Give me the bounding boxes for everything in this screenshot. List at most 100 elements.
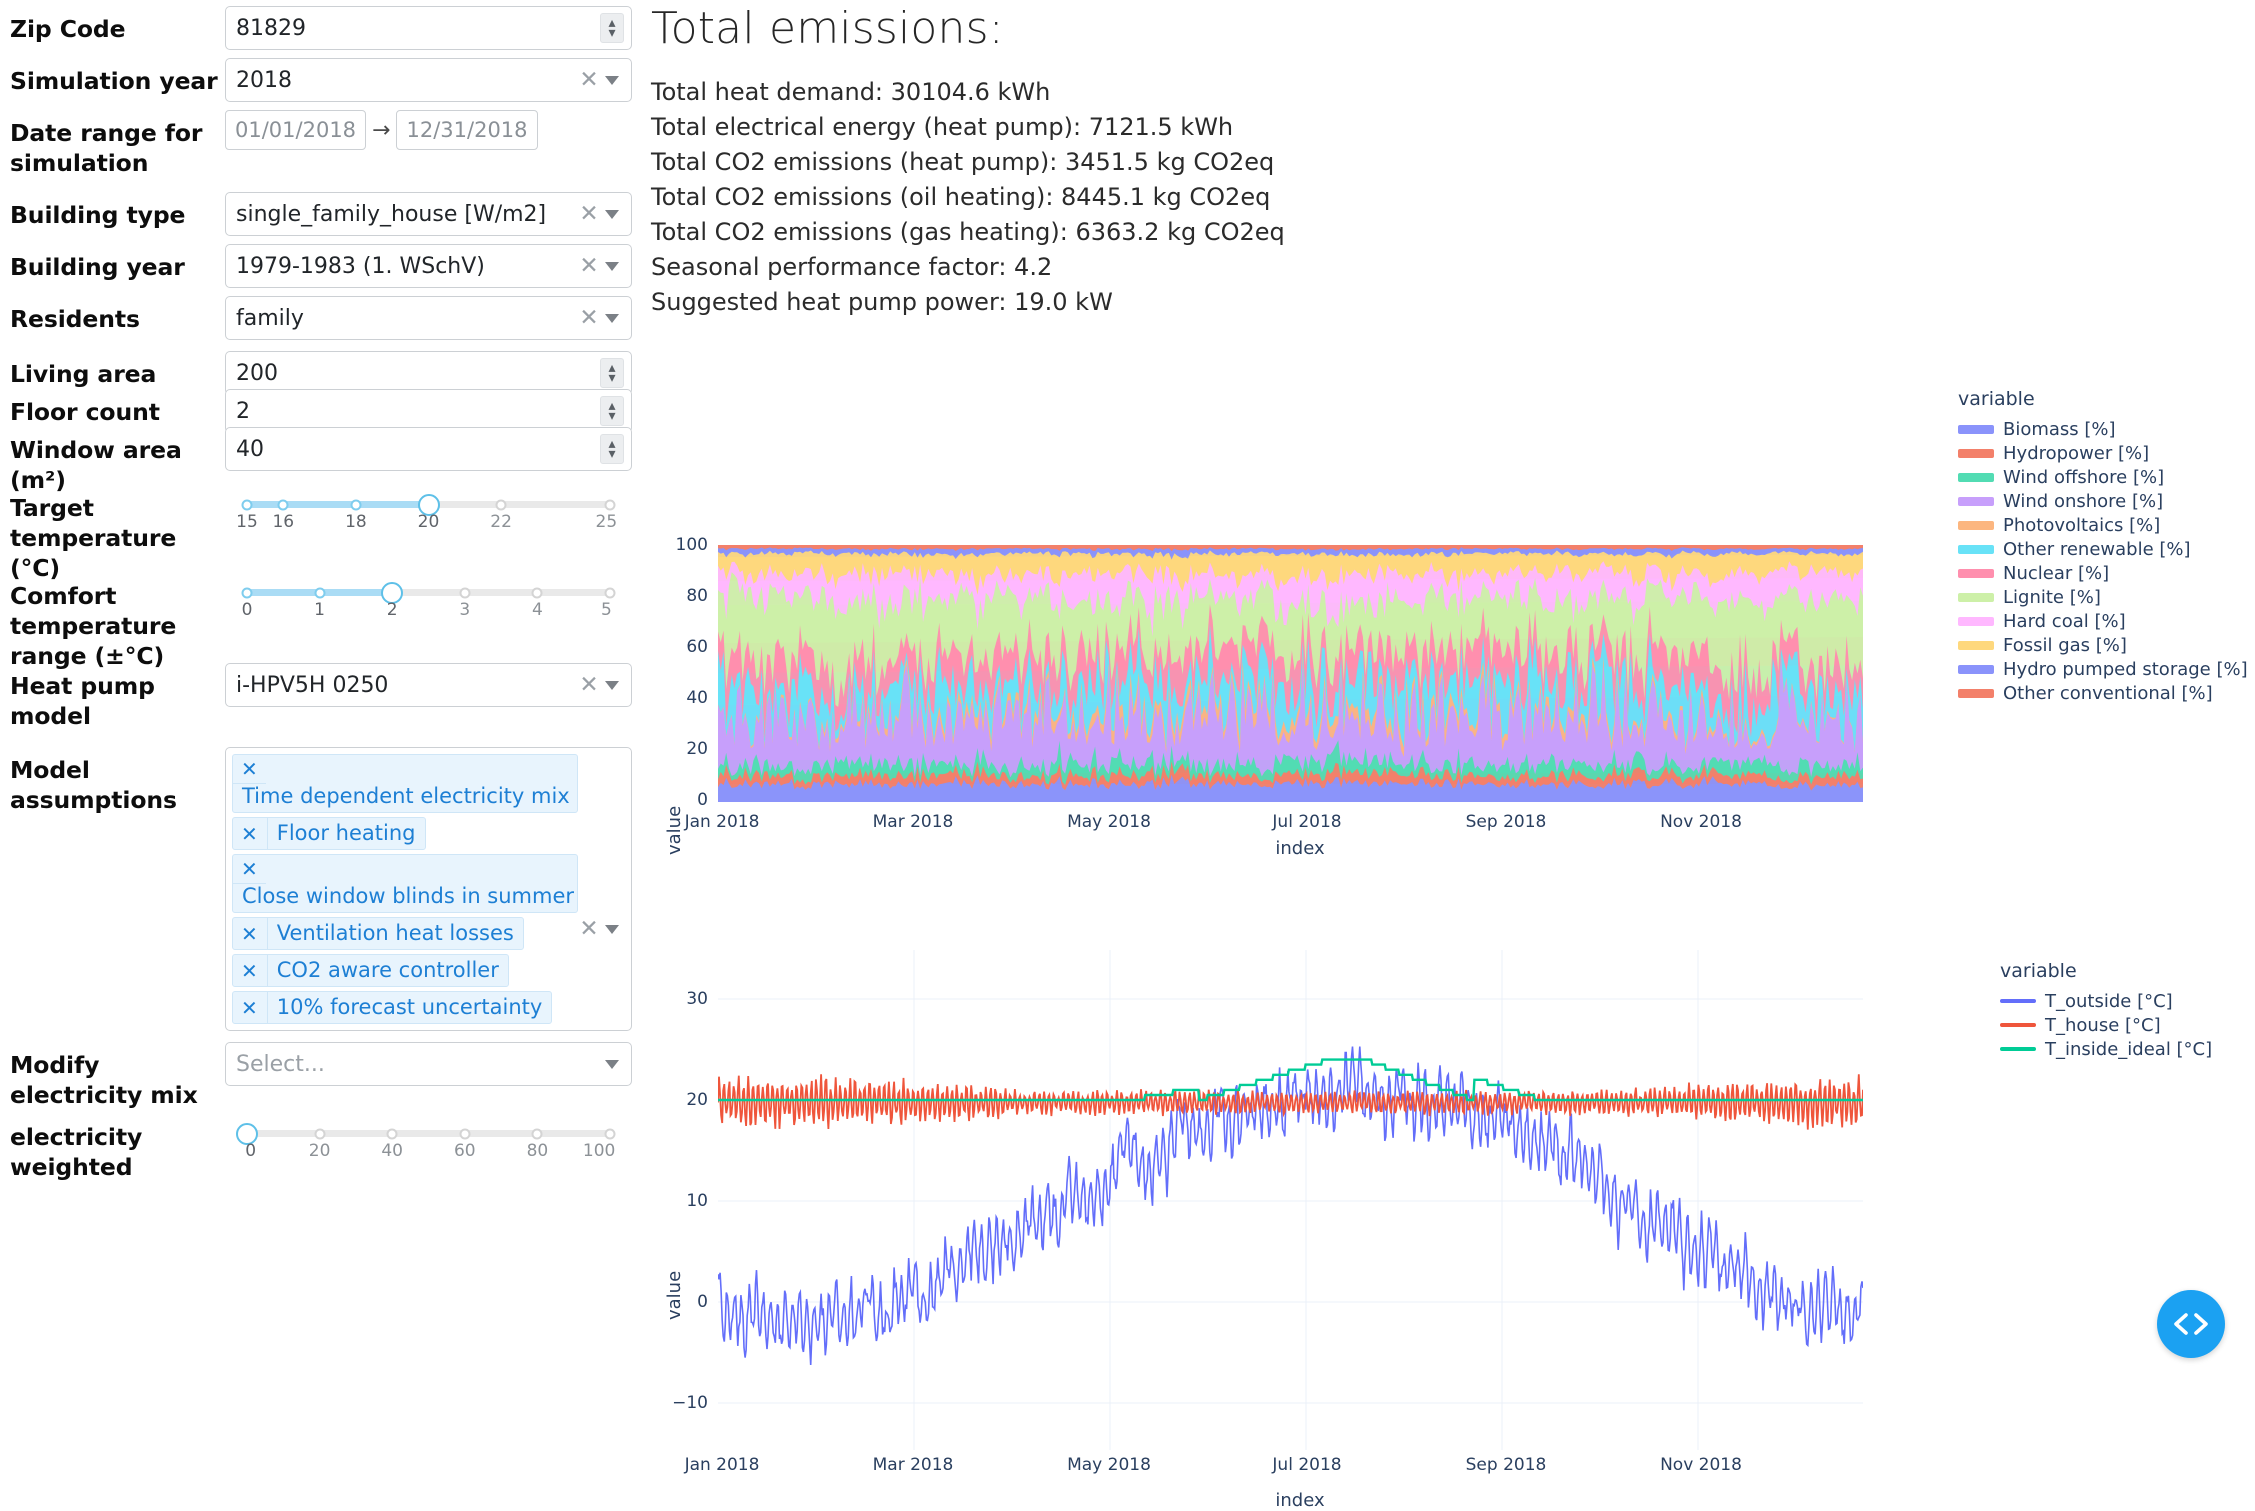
- model-assumptions-multiselect[interactable]: ✕ Time dependent electricity mix ✕ Floor…: [225, 747, 632, 1031]
- tag-item[interactable]: ✕ 10% forecast uncertainty: [232, 991, 552, 1024]
- slider-tick-dot[interactable]: [350, 499, 361, 510]
- slider-tick-dot[interactable]: [314, 587, 325, 598]
- remove-tag-icon[interactable]: ✕: [233, 755, 266, 784]
- legend-swatch: [1958, 569, 1994, 578]
- residents-label: Residents: [10, 296, 225, 334]
- legend-label: T_house [°C]: [2045, 1015, 2161, 1036]
- date-end-input[interactable]: 12/31/2018: [396, 110, 537, 150]
- zip-stepper[interactable]: ▴▾: [600, 13, 624, 43]
- remove-tag-icon[interactable]: ✕: [233, 855, 266, 884]
- slider-tick-dot[interactable]: [242, 587, 253, 598]
- slider-tick-dot[interactable]: [605, 499, 616, 510]
- slider-tick-dot[interactable]: [605, 587, 616, 598]
- legend-item[interactable]: T_outside [°C]: [2000, 989, 2212, 1013]
- date-range-picker[interactable]: 01/01/2018 → 12/31/2018: [225, 110, 632, 150]
- tick-label: 80: [527, 1141, 549, 1161]
- electricity-mix-chart[interactable]: value 0 20 40 60 80 100: [640, 400, 2245, 870]
- window-area-stepper[interactable]: ▴▾: [600, 434, 624, 464]
- code-toggle-button[interactable]: [2157, 1290, 2225, 1358]
- residents-select[interactable]: family ✕: [225, 296, 632, 340]
- clear-icon[interactable]: ✕: [578, 307, 600, 330]
- legend-item[interactable]: Photovoltaics [%]: [1958, 513, 2248, 537]
- legend-label: Lignite [%]: [2003, 587, 2101, 608]
- living-area-stepper[interactable]: ▴▾: [600, 358, 624, 388]
- chevron-down-icon[interactable]: [605, 314, 619, 323]
- clear-icon[interactable]: ✕: [578, 69, 600, 92]
- slider-tick-dot[interactable]: [314, 1128, 325, 1139]
- chevron-down-icon[interactable]: [605, 210, 619, 219]
- legend-item[interactable]: Hydropower [%]: [1958, 441, 2248, 465]
- remove-tag-icon[interactable]: ✕: [233, 818, 268, 849]
- legend-item[interactable]: Other renewable [%]: [1958, 537, 2248, 561]
- legend-label: Hydro pumped storage [%]: [2003, 659, 2248, 680]
- legend-item[interactable]: Other conventional [%]: [1958, 681, 2248, 705]
- slider-tick-dot[interactable]: [242, 499, 253, 510]
- clear-all-icon[interactable]: ✕: [578, 918, 600, 941]
- legend-item[interactable]: Hydro pumped storage [%]: [1958, 657, 2248, 681]
- field-row-sim-year: Simulation year 2018 ✕: [0, 58, 640, 110]
- building-type-value: single_family_house [W/m2]: [226, 202, 578, 227]
- tag-item[interactable]: ✕ Floor heating: [232, 817, 426, 850]
- legend-item[interactable]: T_inside_ideal [°C]: [2000, 1037, 2212, 1061]
- tag-item[interactable]: ✕ Time dependent electricity mix: [232, 754, 578, 813]
- date-start-input[interactable]: 01/01/2018: [225, 110, 366, 150]
- electricity-weighted-slider[interactable]: 0 20 40 60 80 100: [225, 1114, 632, 1167]
- chevron-down-icon[interactable]: [605, 681, 619, 690]
- comfort-range-slider[interactable]: 0 1 2 3 4 5: [225, 573, 632, 626]
- slider-track[interactable]: [247, 501, 610, 508]
- field-row-living-area: Living area 200 ▴▾: [0, 351, 640, 389]
- tick-label: 20: [418, 512, 440, 532]
- slider-tick-dot[interactable]: [532, 1128, 543, 1139]
- legend-item[interactable]: Fossil gas [%]: [1958, 633, 2248, 657]
- legend-item[interactable]: Wind onshore [%]: [1958, 489, 2248, 513]
- tag-item[interactable]: ✕ Close window blinds in summer: [232, 854, 578, 913]
- slider-tick-dot[interactable]: [605, 1128, 616, 1139]
- tag-item[interactable]: ✕ CO2 aware controller: [232, 954, 509, 987]
- chevron-down-icon[interactable]: [605, 1060, 619, 1069]
- remove-tag-icon[interactable]: ✕: [233, 918, 268, 949]
- floor-count-stepper[interactable]: ▴▾: [600, 396, 624, 426]
- tag-item[interactable]: ✕ Ventilation heat losses: [232, 917, 524, 950]
- zip-input[interactable]: 81829 ▴▾: [225, 6, 632, 50]
- slider-tick-dot[interactable]: [459, 587, 470, 598]
- legend-item[interactable]: T_house [°C]: [2000, 1013, 2212, 1037]
- sim-year-label: Simulation year: [10, 58, 225, 96]
- heat-pump-model-select[interactable]: i-HPV5H 0250 ✕: [225, 663, 632, 707]
- legend-item[interactable]: Wind offshore [%]: [1958, 465, 2248, 489]
- tick-label: 1: [314, 600, 325, 620]
- legend-swatch: [1958, 593, 1994, 602]
- slider-tick-dot[interactable]: [532, 587, 543, 598]
- remove-tag-icon[interactable]: ✕: [233, 992, 268, 1023]
- tick-label: 4: [532, 600, 543, 620]
- chevron-down-icon[interactable]: [605, 925, 619, 934]
- slider-tick-dot[interactable]: [278, 499, 289, 510]
- chart2-y-tick: 20: [650, 1090, 708, 1110]
- clear-icon[interactable]: ✕: [578, 255, 600, 278]
- slider-track[interactable]: [247, 1130, 610, 1137]
- legend-item[interactable]: Hard coal [%]: [1958, 609, 2248, 633]
- modify-mix-select[interactable]: Select...: [225, 1042, 632, 1086]
- electricity-weighted-label: electricity weighted: [10, 1114, 225, 1182]
- chevron-down-icon[interactable]: [605, 76, 619, 85]
- legend-item[interactable]: Nuclear [%]: [1958, 561, 2248, 585]
- slider-track[interactable]: [247, 589, 610, 596]
- legend-item[interactable]: Lignite [%]: [1958, 585, 2248, 609]
- heat-pump-model-value: i-HPV5H 0250: [226, 673, 578, 698]
- tag-label: CO2 aware controller: [268, 955, 508, 986]
- legend-item[interactable]: Biomass [%]: [1958, 417, 2248, 441]
- sim-year-select[interactable]: 2018 ✕: [225, 58, 632, 102]
- clear-icon[interactable]: ✕: [578, 674, 600, 697]
- field-row-window-area: Window area (m²) 40 ▴▾: [0, 427, 640, 485]
- clear-icon[interactable]: ✕: [578, 203, 600, 226]
- slider-tick-dot[interactable]: [496, 499, 507, 510]
- target-temp-slider[interactable]: 15 16 18 20 22 25: [225, 485, 632, 538]
- building-year-select[interactable]: 1979-1983 (1. WSchV) ✕: [225, 244, 632, 288]
- remove-tag-icon[interactable]: ✕: [233, 955, 268, 986]
- temperature-chart[interactable]: value 30 20 10 0 −10: [640, 890, 2245, 1370]
- building-type-select[interactable]: single_family_house [W/m2] ✕: [225, 192, 632, 236]
- slider-tick-dot[interactable]: [459, 1128, 470, 1139]
- slider-tick-dot[interactable]: [387, 1128, 398, 1139]
- window-area-input[interactable]: 40 ▴▾: [225, 427, 632, 471]
- legend-swatch: [1958, 425, 1994, 434]
- chevron-down-icon[interactable]: [605, 262, 619, 271]
